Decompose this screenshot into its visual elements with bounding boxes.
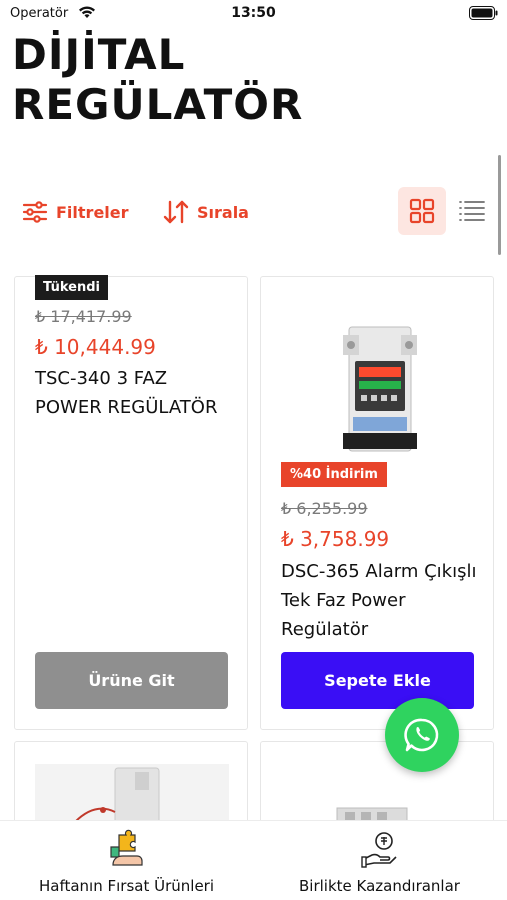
old-price: ₺ 6,255.99 xyxy=(281,499,368,518)
puzzle-hand-icon xyxy=(109,829,143,866)
product-card[interactable]: %40 İndirim ₺ 6,255.99 ₺ 3,758.99 DSC-36… xyxy=(260,276,494,730)
whatsapp-icon xyxy=(404,718,439,752)
sale-price: ₺ 3,758.99 xyxy=(281,527,390,551)
product-card[interactable]: Tükendi ₺ 17,417.99 ₺ 10,444.99 TSC-340 … xyxy=(14,275,248,730)
sliders-icon xyxy=(22,201,48,223)
filter-button[interactable]: Filtreler xyxy=(22,199,129,225)
add-to-cart-button[interactable]: Sepete Ekle xyxy=(281,652,474,709)
grid-view-button[interactable] xyxy=(398,187,446,235)
battery-icon xyxy=(469,6,498,20)
money-hand-icon xyxy=(360,832,397,868)
status-bar: Operatör 13:50 xyxy=(0,0,507,28)
toolbar: Filtreler Sırala xyxy=(0,185,507,237)
bottom-nav: Haftanın Fırsat Ürünleri Birlikte Kazand… xyxy=(0,820,507,900)
grid-icon xyxy=(409,198,435,224)
sort-button[interactable]: Sırala xyxy=(163,199,249,225)
product-card[interactable] xyxy=(260,741,494,831)
nav-earn-together[interactable]: Birlikte Kazandıranlar xyxy=(253,821,506,900)
product-name[interactable]: DSC-365 Alarm Çıkışlı Tek Faz Power Regü… xyxy=(281,557,481,644)
page-title: DİJİTAL REGÜLATÖR xyxy=(12,30,432,130)
list-icon xyxy=(459,201,485,221)
old-price: ₺ 17,417.99 xyxy=(35,307,132,326)
product-image[interactable] xyxy=(283,321,473,461)
discount-badge: %40 İndirim xyxy=(281,462,387,487)
sold-out-badge: Tükendi xyxy=(35,275,109,300)
sale-price: ₺ 10,444.99 xyxy=(35,335,156,359)
product-image[interactable] xyxy=(261,742,494,831)
nav-weekly-deals-label: Haftanın Fırsat Ürünleri xyxy=(38,877,215,895)
sort-arrows-icon xyxy=(163,200,189,224)
sort-label: Sırala xyxy=(197,202,249,222)
nav-weekly-deals[interactable]: Haftanın Fırsat Ürünleri xyxy=(0,821,253,900)
product-card[interactable] xyxy=(14,741,248,831)
status-time: 13:50 xyxy=(231,5,276,21)
go-to-product-button[interactable]: Ürüne Git xyxy=(35,652,228,709)
filter-label: Filtreler xyxy=(56,202,129,222)
list-view-button[interactable] xyxy=(452,187,492,235)
page-title-line-2: REGÜLATÖR xyxy=(12,80,304,129)
page-title-line-1: DİJİTAL xyxy=(12,30,186,79)
nav-earn-together-label: Birlikte Kazandıranlar xyxy=(299,877,460,895)
whatsapp-button[interactable] xyxy=(385,698,459,772)
product-image[interactable] xyxy=(15,742,248,831)
product-name[interactable]: TSC-340 3 FAZ POWER REGÜLATÖR xyxy=(35,364,235,422)
